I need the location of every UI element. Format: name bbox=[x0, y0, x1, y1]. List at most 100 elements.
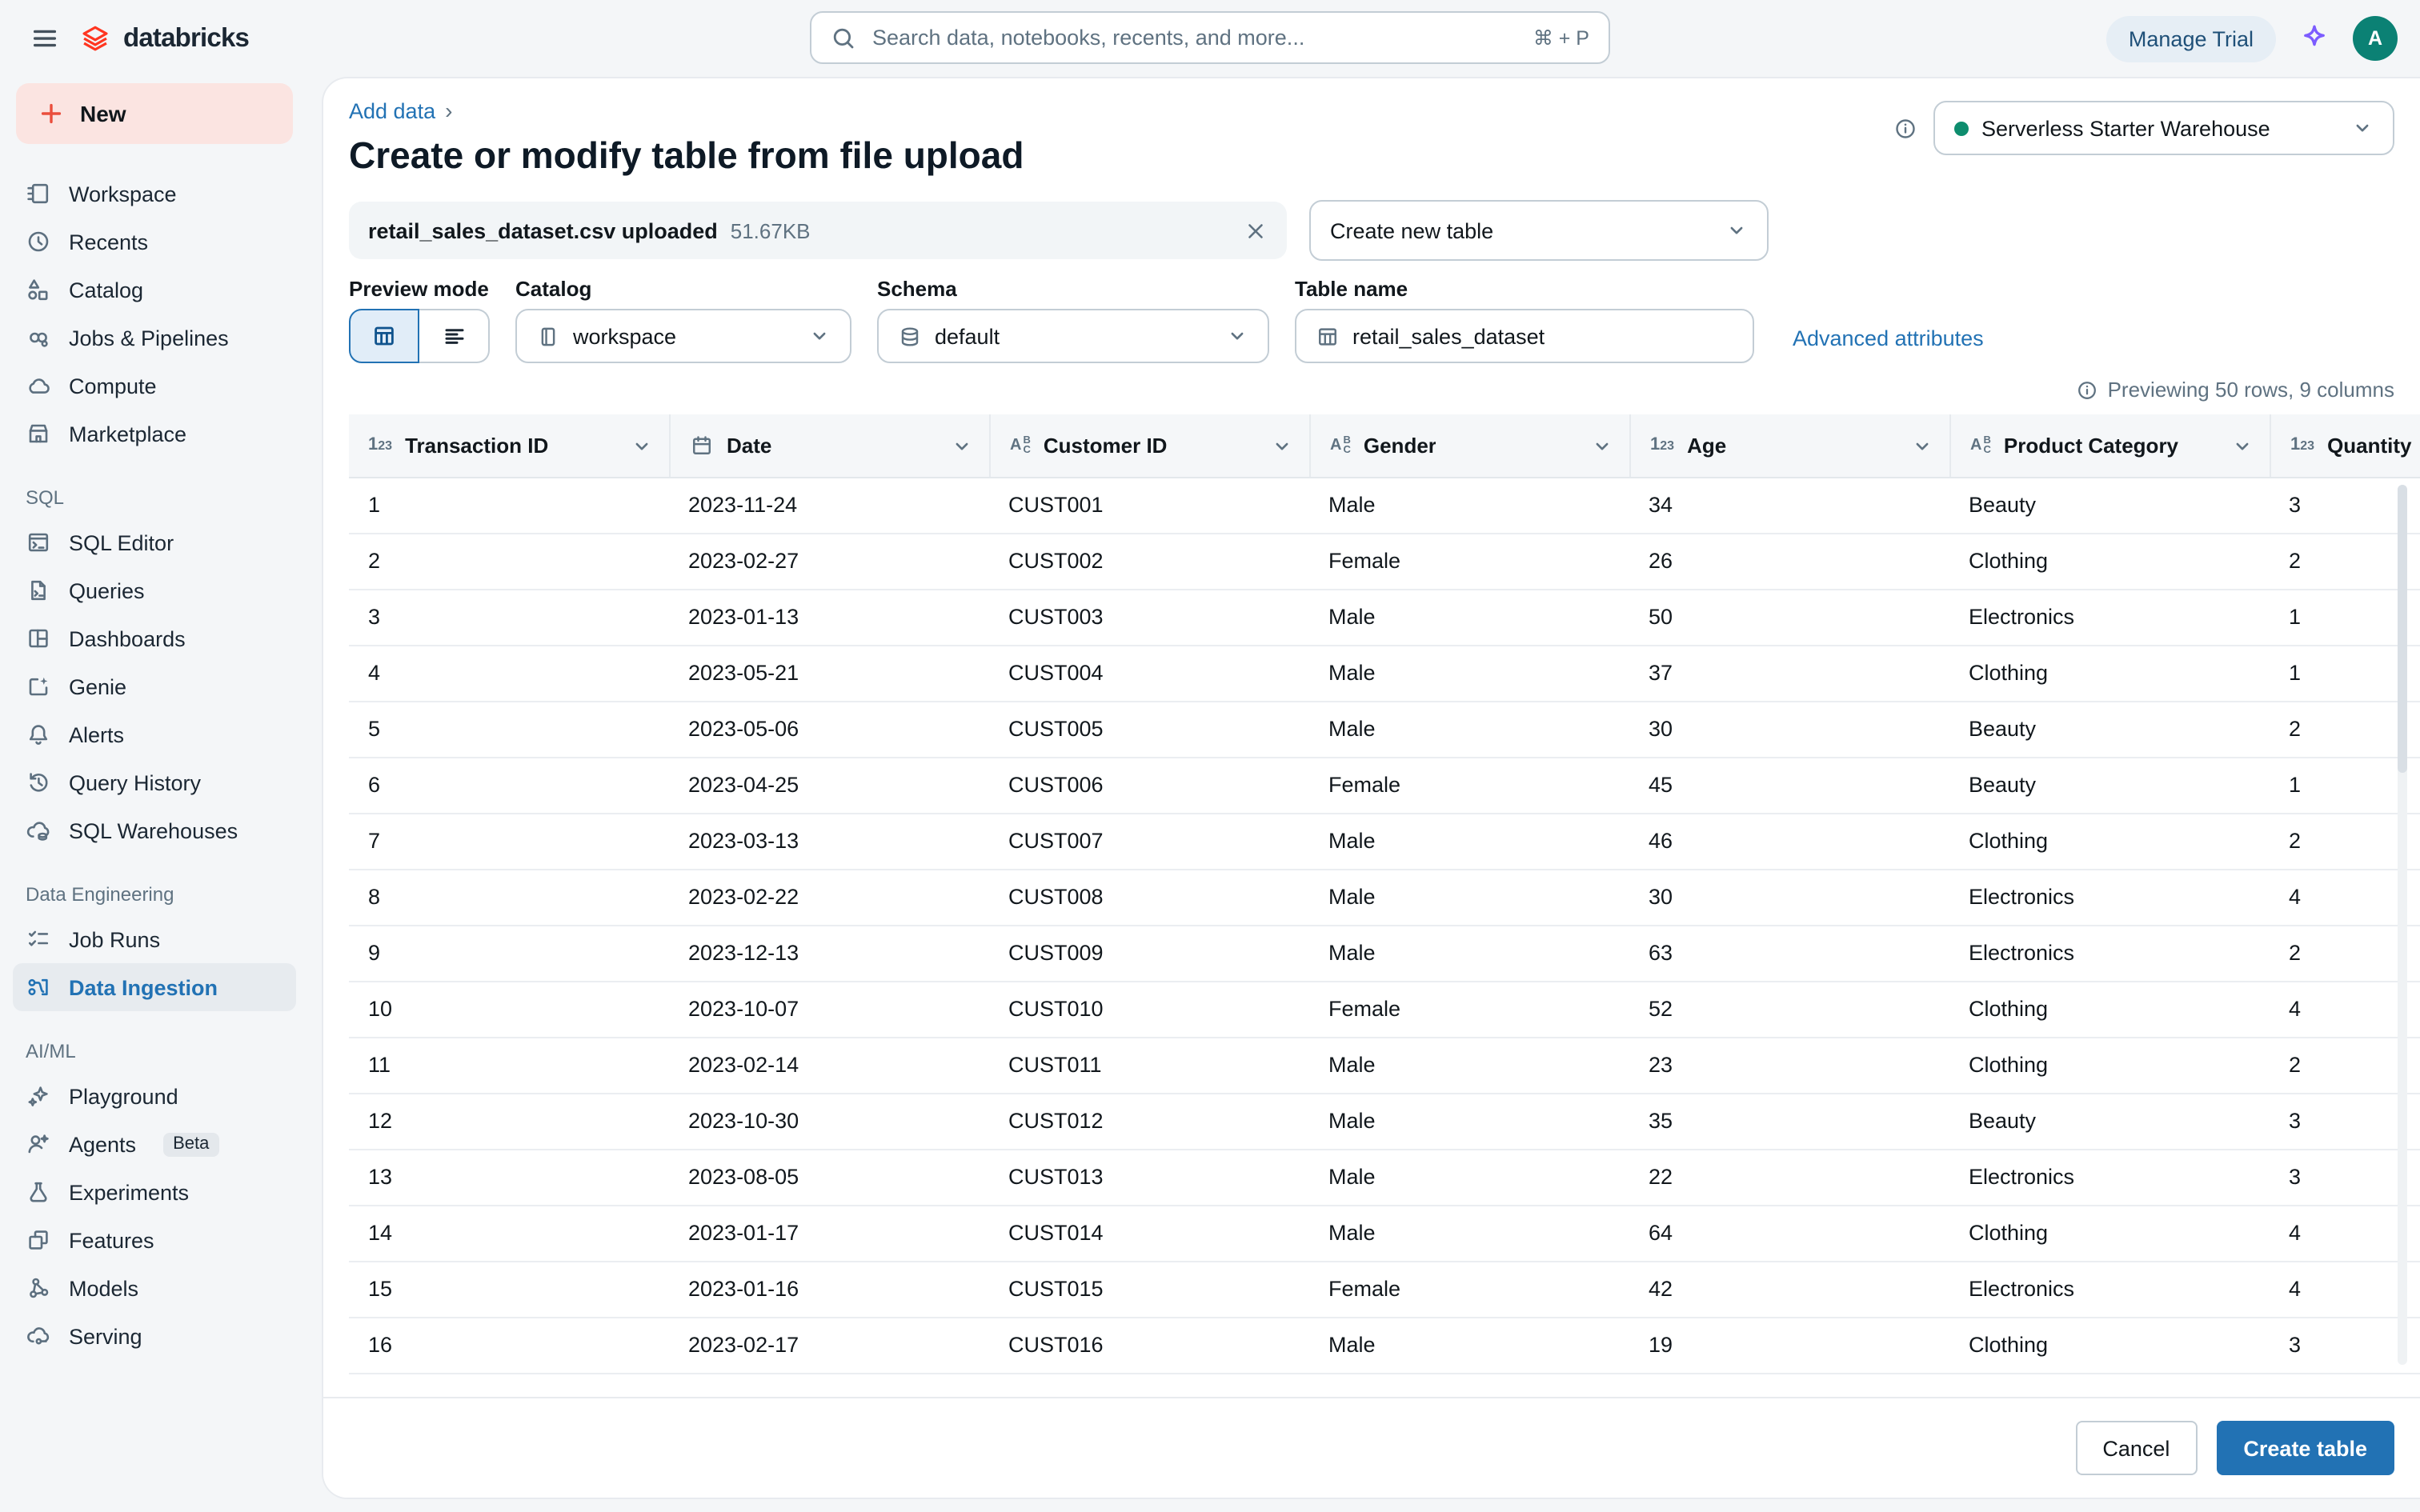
catalog-book-icon bbox=[536, 324, 560, 348]
warehouse-selector[interactable]: Serverless Starter Warehouse bbox=[1933, 101, 2394, 155]
column-menu-chevron-icon[interactable] bbox=[1591, 434, 1613, 457]
cell-customer-id: CUST004 bbox=[1008, 661, 1104, 685]
plus-icon bbox=[38, 101, 64, 126]
chevron-down-icon bbox=[808, 325, 831, 347]
create-table-button[interactable]: Create table bbox=[2216, 1421, 2394, 1475]
user-avatar[interactable]: A bbox=[2353, 16, 2398, 61]
jobs-pipelines-icon bbox=[26, 325, 51, 350]
schema-select[interactable]: default bbox=[877, 309, 1269, 363]
sidebar-item-agents[interactable]: Agents Beta bbox=[13, 1120, 296, 1168]
cell-transaction-id: 14 bbox=[368, 1221, 393, 1245]
cell-gender: Male bbox=[1328, 605, 1376, 629]
table-row: 15 2023-01-16 CUST015 Female 42 Electronics 4 bbox=[349, 1262, 2420, 1318]
sidebar-item-models[interactable]: Models bbox=[13, 1264, 296, 1312]
table-name-input[interactable]: retail_sales_dataset bbox=[1295, 309, 1754, 363]
sidebar-item-dashboards[interactable]: Dashboards bbox=[13, 614, 296, 662]
cell-date: 2023-03-13 bbox=[688, 829, 799, 853]
column-menu-chevron-icon[interactable] bbox=[1911, 434, 1933, 457]
cell-product-category: Clothing bbox=[1969, 549, 2049, 573]
catalog-select[interactable]: workspace bbox=[515, 309, 851, 363]
agents-icon bbox=[26, 1131, 51, 1157]
sidebar-item-sql-warehouses[interactable]: SQL Warehouses bbox=[13, 806, 296, 854]
column-header-quantity[interactable]: 1 2 3 Quantity bbox=[2270, 414, 2420, 477]
manage-trial-button[interactable]: Manage Trial bbox=[2105, 15, 2276, 62]
column-menu-chevron-icon[interactable] bbox=[2231, 434, 2254, 457]
sidebar-item-experiments[interactable]: Experiments bbox=[13, 1168, 296, 1216]
table-view-button[interactable] bbox=[349, 309, 419, 363]
cell-transaction-id: 4 bbox=[368, 661, 381, 685]
cancel-button[interactable]: Cancel bbox=[2075, 1421, 2198, 1475]
data-ingestion-icon bbox=[26, 974, 51, 1000]
cell-product-category: Beauty bbox=[1969, 493, 2037, 517]
table-row: 11 2023-02-14 CUST011 Male 23 Clothing 2 bbox=[349, 1038, 2420, 1094]
table-header-row: 1 2 3 Transaction ID Date A B C Customer ID A B C Ge… bbox=[349, 414, 2420, 478]
info-icon[interactable] bbox=[1893, 116, 1917, 140]
sidebar-item-playground[interactable]: Playground bbox=[13, 1072, 296, 1120]
cell-customer-id: CUST009 bbox=[1008, 941, 1104, 965]
number-type-icon: 123 bbox=[2290, 435, 2315, 454]
column-header-age[interactable]: 1 2 3 Age bbox=[1629, 414, 1949, 477]
sidebar-item-alerts[interactable]: Alerts bbox=[13, 710, 296, 758]
sidebar-item-sql-editor[interactable]: SQL Editor bbox=[13, 518, 296, 566]
sidebar-item-workspace[interactable]: Workspace bbox=[13, 170, 296, 218]
search-input[interactable] bbox=[869, 24, 1521, 51]
assistant-sparkle-icon[interactable] bbox=[2298, 22, 2330, 54]
sidebar-item-label: Agents bbox=[69, 1132, 137, 1156]
number-type-icon: 123 bbox=[1650, 435, 1675, 454]
column-menu-chevron-icon[interactable] bbox=[951, 434, 973, 457]
breadcrumb-add-data-link[interactable]: Add data bbox=[349, 98, 435, 122]
column-header-transaction-id[interactable]: 1 2 3 Transaction ID bbox=[349, 414, 669, 477]
remove-file-icon[interactable] bbox=[1244, 218, 1268, 242]
sidebar-item-label: Genie bbox=[69, 674, 127, 698]
sidebar-item-label: Query History bbox=[69, 770, 202, 794]
sidebar-item-data-ingestion[interactable]: Data Ingestion bbox=[13, 963, 296, 1011]
column-header-date[interactable]: Date bbox=[669, 414, 989, 477]
table-mode-select[interactable]: Create new table bbox=[1309, 200, 1769, 261]
global-search[interactable]: ⌘ + P bbox=[810, 11, 1610, 64]
cell-customer-id: CUST011 bbox=[1008, 1053, 1102, 1077]
cell-product-category: Clothing bbox=[1969, 661, 2049, 685]
sidebar-item-queries[interactable]: Queries bbox=[13, 566, 296, 614]
cell-gender: Male bbox=[1328, 1333, 1376, 1357]
cell-transaction-id: 9 bbox=[368, 941, 381, 965]
databricks-logo[interactable]: databricks bbox=[80, 23, 250, 54]
cell-age: 30 bbox=[1649, 885, 1673, 909]
cell-age: 19 bbox=[1649, 1333, 1673, 1357]
column-label: Customer ID bbox=[1043, 434, 1168, 458]
column-label: Gender bbox=[1363, 434, 1436, 458]
sidebar-item-compute[interactable]: Compute bbox=[13, 362, 296, 410]
catalog-value: workspace bbox=[573, 324, 677, 348]
sidebar-item-features[interactable]: Features bbox=[13, 1216, 296, 1264]
table-scrollbar[interactable] bbox=[2398, 485, 2407, 1365]
sidebar-item-marketplace[interactable]: Marketplace bbox=[13, 410, 296, 458]
list-view-button[interactable] bbox=[419, 309, 490, 363]
cell-product-category: Clothing bbox=[1969, 1333, 2049, 1357]
hamburger-menu-icon[interactable] bbox=[22, 16, 67, 61]
sidebar-item-recents[interactable]: Recents bbox=[13, 218, 296, 266]
sidebar-item-serving[interactable]: Serving bbox=[13, 1312, 296, 1360]
new-button[interactable]: New bbox=[16, 83, 293, 144]
column-menu-chevron-icon[interactable] bbox=[1271, 434, 1293, 457]
sidebar-section-header-data-engineering: Data Engineering bbox=[26, 883, 174, 906]
text-type-icon: ABC bbox=[1330, 434, 1351, 455]
cell-date: 2023-12-13 bbox=[688, 941, 799, 965]
sidebar-item-catalog[interactable]: Catalog bbox=[13, 266, 296, 314]
sidebar-item-query-history[interactable]: Query History bbox=[13, 758, 296, 806]
column-header-customer-id[interactable]: A B C Customer ID bbox=[989, 414, 1309, 477]
sidebar-item-jobs-pipelines[interactable]: Jobs & Pipelines bbox=[13, 314, 296, 362]
column-label: Quantity bbox=[2327, 434, 2412, 458]
cell-age: 50 bbox=[1649, 605, 1673, 629]
sidebar-item-job-runs[interactable]: Job Runs bbox=[13, 915, 296, 963]
cell-transaction-id: 10 bbox=[368, 997, 393, 1021]
sidebar-item-genie[interactable]: Genie bbox=[13, 662, 296, 710]
marketplace-icon bbox=[26, 421, 51, 446]
brand-wordmark: databricks bbox=[123, 23, 250, 52]
database-icon bbox=[898, 324, 922, 348]
column-header-product-category[interactable]: A B C Product Category bbox=[1949, 414, 2270, 477]
column-menu-chevron-icon[interactable] bbox=[631, 434, 653, 457]
table-name-group: Table name retail_sales_dataset bbox=[1295, 277, 1754, 363]
column-header-gender[interactable]: A B C Gender bbox=[1309, 414, 1629, 477]
cell-customer-id: CUST003 bbox=[1008, 605, 1104, 629]
advanced-attributes-link[interactable]: Advanced attributes bbox=[1793, 326, 1984, 350]
table-row: 7 2023-03-13 CUST007 Male 46 Clothing 2 bbox=[349, 814, 2420, 870]
